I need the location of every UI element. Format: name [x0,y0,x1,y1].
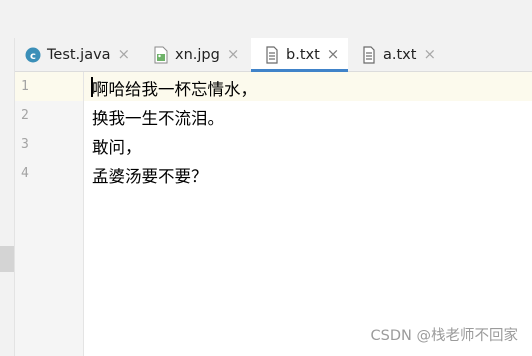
line-number: 3 [21,137,29,152]
tab-test-java[interactable]: c Test.java × [25,38,130,71]
line-number-gutter: 1 2 3 4 [15,72,84,356]
code-line: 换我一生不流泪。 [92,109,224,128]
tab-label: Test.java [47,46,111,63]
image-file-icon [153,46,169,64]
editor-tab-bar: c Test.java × xn.jpg × b.txt × a.txt × [15,38,532,72]
tab-label: xn.jpg [175,46,220,63]
watermark: CSDN @栈老师不回家 [370,328,518,344]
line-number: 4 [21,166,29,181]
left-tool-strip [0,38,15,356]
tool-window-button[interactable] [0,246,14,272]
close-icon[interactable]: × [423,47,436,62]
tab-label: a.txt [383,46,417,63]
code-line: 孟婆汤要不要？ [92,167,208,186]
tab-label: b.txt [286,46,320,63]
tab-xn-jpg[interactable]: xn.jpg × [153,38,239,71]
code-line: 啊哈给我一杯忘情水， [92,80,257,99]
code-line: 敢问， [92,138,142,157]
line-number: 2 [21,108,29,123]
tab-b-txt[interactable]: b.txt × [251,38,348,72]
tab-a-txt[interactable]: a.txt × [361,38,436,71]
text-file-icon [264,45,280,64]
java-class-icon: c [25,46,41,64]
line-number: 1 [21,79,29,94]
close-icon[interactable]: × [118,47,131,62]
close-icon[interactable]: × [327,47,340,62]
top-toolbar [0,0,532,39]
close-icon[interactable]: × [227,47,240,62]
text-file-icon [361,45,377,64]
text-editor[interactable]: 啊哈给我一杯忘情水， 换我一生不流泪。 敢问， 孟婆汤要不要？ [84,72,532,356]
svg-text:c: c [30,51,36,62]
